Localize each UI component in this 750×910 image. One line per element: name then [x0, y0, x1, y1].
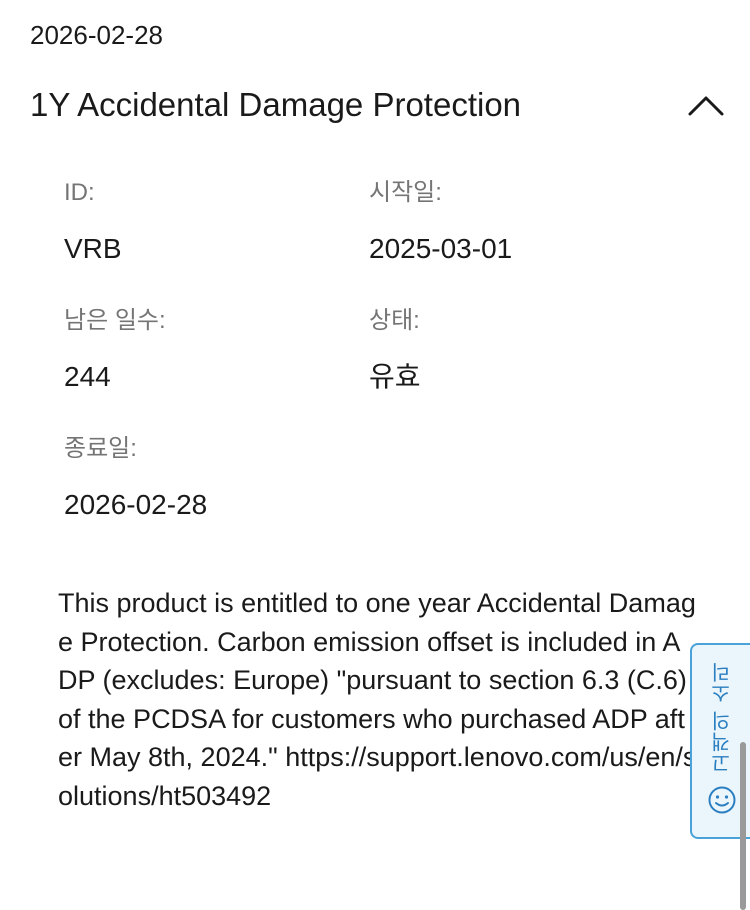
- warranty-title: 1Y Accidental Damage Protection: [30, 86, 522, 123]
- field-remaining-days: 남은 일수: 244: [64, 304, 166, 394]
- smiley-icon: [708, 786, 736, 814]
- previous-end-date: 2026-02-28: [30, 20, 163, 50]
- field-end-date-label: 종료일:: [64, 435, 137, 462]
- field-end-date-value: 2026-02-28: [64, 489, 208, 520]
- field-end-date: 종료일: 2026-02-28: [64, 432, 207, 522]
- scrollbar[interactable]: [740, 742, 746, 910]
- field-id-value: VRB: [64, 233, 122, 264]
- field-start-date-value: 2025-03-01: [369, 233, 513, 264]
- field-remaining-days-label: 남은 일수:: [64, 307, 166, 334]
- field-start-date-label: 시작일:: [369, 179, 442, 206]
- field-start-date: 시작일: 2025-03-01: [369, 176, 512, 266]
- field-status-label: 상태:: [369, 307, 420, 334]
- warranty-description: This product is entitled to one year Acc…: [58, 588, 697, 811]
- field-remaining-days-value: 244: [64, 361, 111, 392]
- warranty-header[interactable]: 1Y Accidental Damage Protection: [30, 80, 730, 130]
- field-status-value: 유효: [369, 361, 421, 392]
- feedback-label: 고객의 소리: [711, 661, 734, 773]
- chevron-up-icon: [688, 96, 724, 116]
- collapse-toggle[interactable]: [682, 81, 730, 129]
- field-id: ID: VRB: [64, 176, 122, 266]
- field-id-label: ID:: [64, 179, 95, 206]
- field-status: 상태: 유효: [369, 304, 421, 394]
